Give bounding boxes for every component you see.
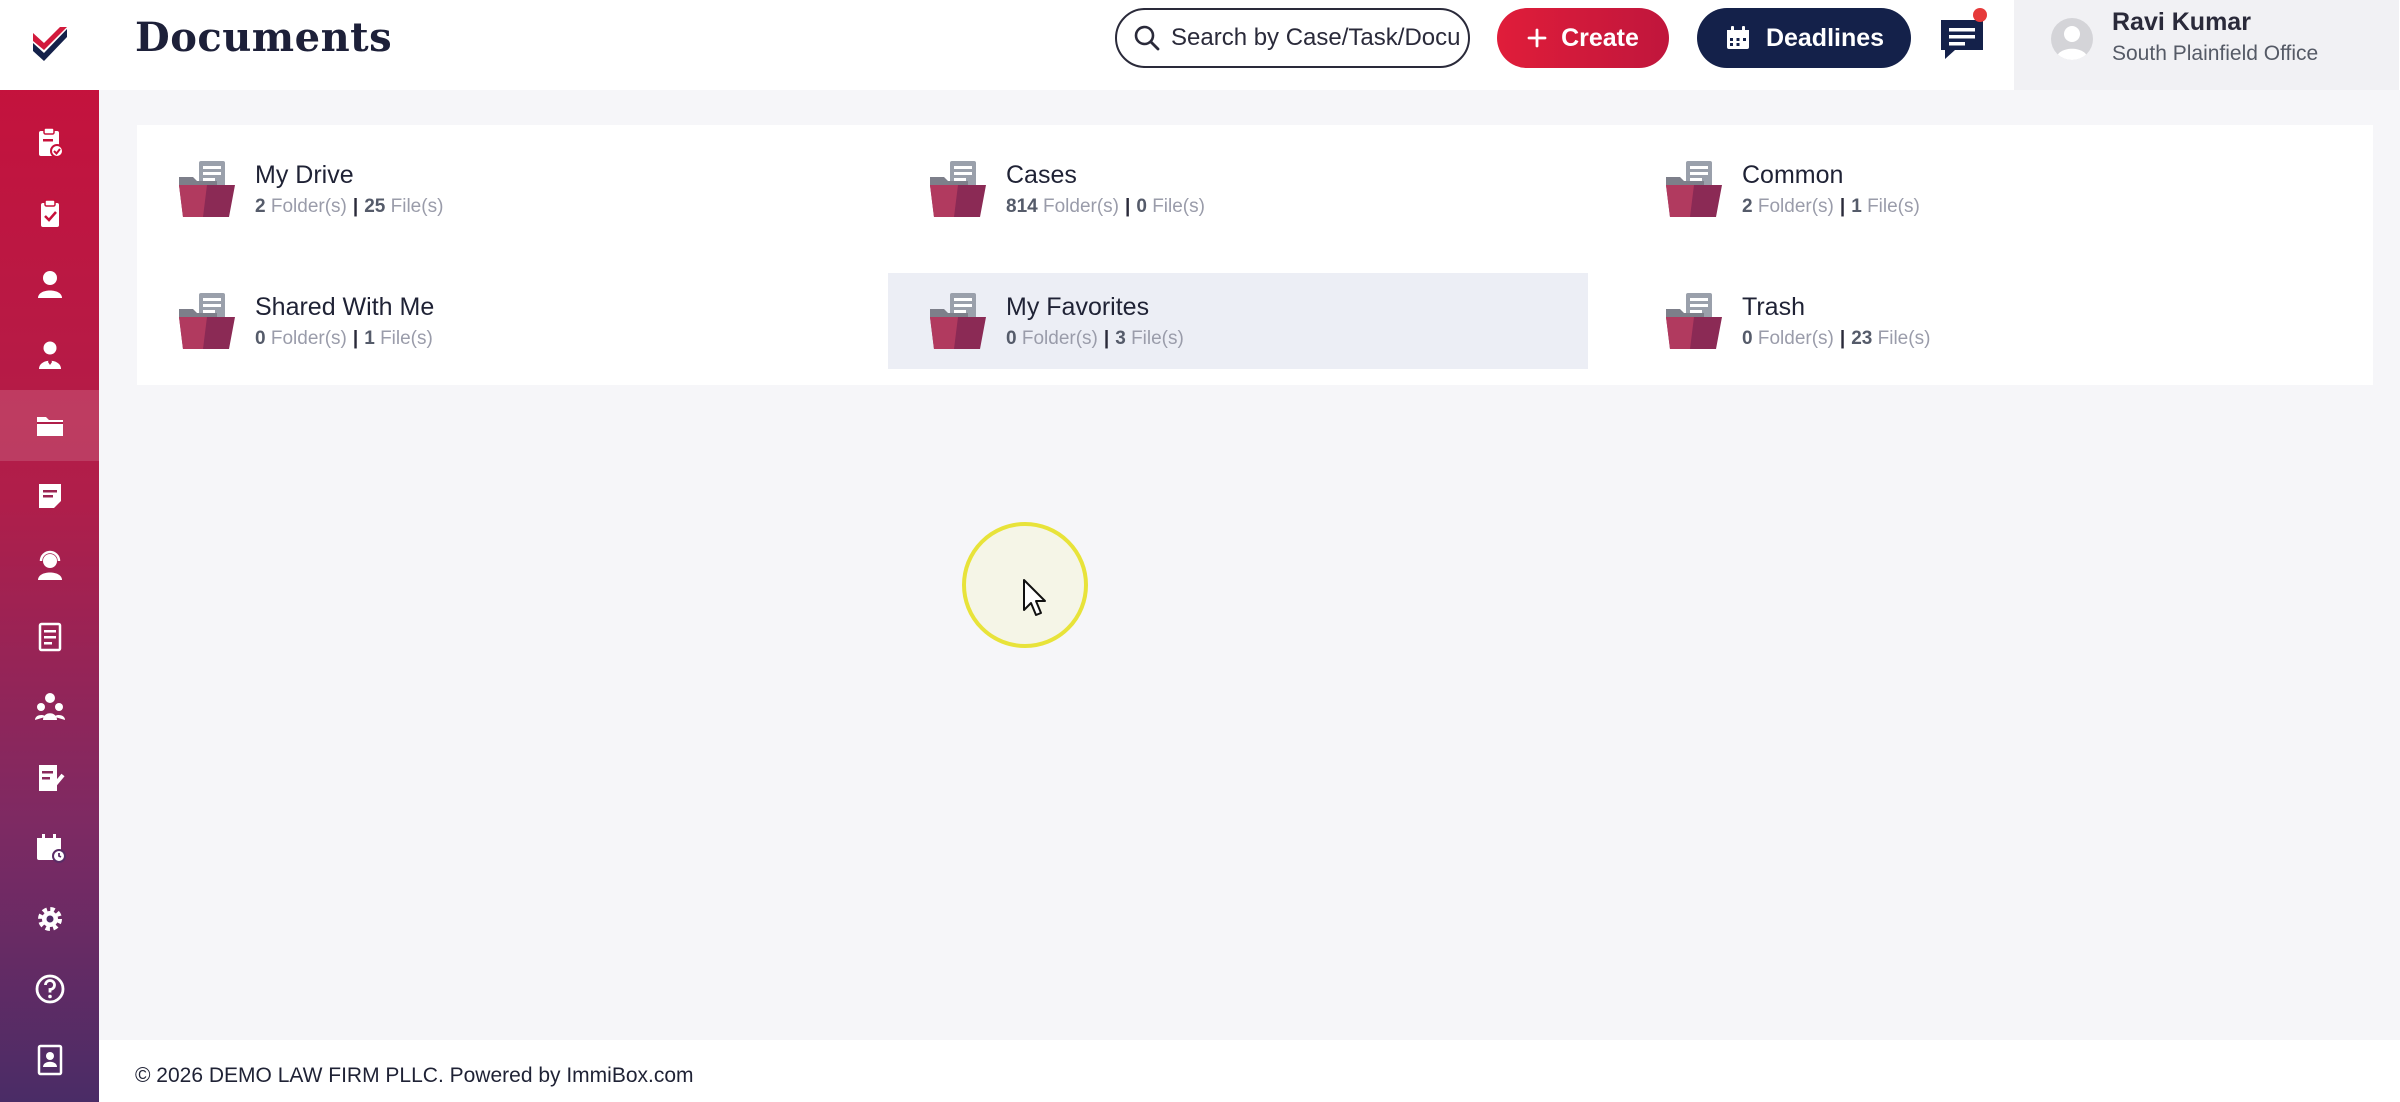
folder-title: Trash	[1742, 292, 1805, 321]
folder-card-my-favorites[interactable]: My Favorites 0 Folder(s) | 3 File(s)	[888, 273, 1588, 369]
user-office: South Plainfield Office	[2112, 42, 2319, 65]
sidebar-item-calendar[interactable]	[0, 813, 99, 884]
sidebar-item-ledger[interactable]	[0, 602, 99, 673]
folder-counts: 2 Folder(s) | 25 File(s)	[255, 195, 444, 217]
settings-gear-icon	[37, 906, 62, 931]
calendar-icon	[1726, 26, 1749, 49]
sidebar-item-support[interactable]	[0, 531, 99, 602]
sidebar	[0, 0, 99, 1102]
folder-icon	[179, 293, 235, 349]
notification-dot	[1973, 8, 1987, 22]
messages-button[interactable]	[1937, 8, 1987, 64]
folder-card-my-drive[interactable]: My Drive 2 Folder(s) | 25 File(s)	[137, 141, 837, 237]
footer-copyright: © 2026 DEMO LAW FIRM PLLC. Powered by Im…	[135, 1064, 694, 1087]
search-box[interactable]	[1115, 8, 1470, 68]
form-edit-icon	[38, 764, 65, 791]
case-clipboard-icon	[38, 127, 64, 159]
documents-folder-icon	[36, 417, 63, 437]
folder-title: Shared With Me	[255, 292, 435, 321]
support-agent-icon	[37, 551, 62, 581]
create-button[interactable]: Create	[1497, 8, 1669, 68]
mouse-pointer-icon	[1023, 579, 1046, 616]
folder-card-cases[interactable]: Cases 814 Folder(s) | 0 File(s)	[888, 141, 1588, 237]
footer: © 2026 DEMO LAW FIRM PLLC. Powered by Im…	[99, 1040, 2400, 1102]
sidebar-item-cases[interactable]	[0, 108, 99, 179]
folder-icon	[930, 293, 986, 349]
folder-card-shared-with-me[interactable]: Shared With Me 0 Folder(s) | 1 File(s)	[137, 273, 837, 369]
folder-icon	[1666, 293, 1722, 349]
top-header: Documents Create	[99, 0, 2400, 90]
sidebar-item-contacts[interactable]	[0, 320, 99, 391]
folder-card-trash[interactable]: Trash 0 Folder(s) | 23 File(s)	[1624, 273, 2324, 369]
folder-title: My Favorites	[1006, 292, 1150, 321]
folder-title: Cases	[1006, 160, 1077, 189]
folder-card-common[interactable]: Common 2 Folder(s) | 1 File(s)	[1624, 141, 2324, 237]
folder-counts: 814 Folder(s) | 0 File(s)	[1006, 195, 1205, 217]
app-logo[interactable]	[0, 0, 99, 90]
folder-counts: 0 Folder(s) | 3 File(s)	[1006, 327, 1184, 349]
contact-user-icon	[38, 341, 61, 369]
folder-title: Common	[1742, 160, 1844, 189]
folder-icon	[1666, 161, 1722, 217]
sidebar-item-team[interactable]	[0, 672, 99, 743]
folder-counts: 2 Folder(s) | 1 File(s)	[1742, 195, 1920, 217]
user-avatar-icon	[2056, 26, 2088, 60]
plus-icon	[1527, 28, 1547, 48]
search-icon	[1134, 25, 1160, 51]
deadlines-button[interactable]: Deadlines	[1697, 8, 1911, 68]
user-menu[interactable]: Ravi Kumar South Plainfield Office	[2014, 0, 2399, 90]
sidebar-item-settings[interactable]	[0, 884, 99, 955]
sidebar-item-address-book[interactable]	[0, 1025, 99, 1096]
user-name: Ravi Kumar	[2112, 8, 2251, 36]
task-clipboard-icon	[40, 199, 59, 227]
folder-counts: 0 Folder(s) | 1 File(s)	[255, 327, 433, 349]
client-user-icon	[37, 271, 62, 299]
folder-grid: My Drive 2 Folder(s) | 25 File(s) Cases 81…	[137, 125, 2373, 385]
page-title: Documents	[135, 14, 393, 61]
ledger-book-icon	[38, 622, 61, 651]
sidebar-item-documents[interactable]	[0, 390, 99, 461]
calendar-icon	[36, 834, 66, 864]
avatar	[2051, 18, 2093, 60]
logo-check-icon	[32, 27, 67, 61]
sidebar-item-tasks[interactable]	[0, 179, 99, 250]
help-icon	[35, 974, 64, 1004]
sidebar-item-edit[interactable]	[0, 90, 99, 108]
address-book-icon	[37, 1044, 62, 1075]
folder-title: My Drive	[255, 160, 354, 189]
sidebar-item-notes[interactable]	[0, 461, 99, 532]
notes-icon	[38, 483, 61, 508]
folder-icon	[179, 161, 235, 217]
team-users-icon	[34, 693, 65, 721]
search-input[interactable]	[1171, 24, 1461, 52]
sidebar-item-forms[interactable]	[0, 743, 99, 814]
deadlines-button-label: Deadlines	[1765, 23, 1885, 52]
folder-counts: 0 Folder(s) | 23 File(s)	[1742, 327, 1931, 349]
folder-icon	[930, 161, 986, 217]
edit-note-icon	[33, 90, 67, 108]
sidebar-item-clients[interactable]	[0, 249, 99, 320]
create-button-label: Create	[1561, 23, 1639, 52]
sidebar-item-help[interactable]	[0, 954, 99, 1025]
